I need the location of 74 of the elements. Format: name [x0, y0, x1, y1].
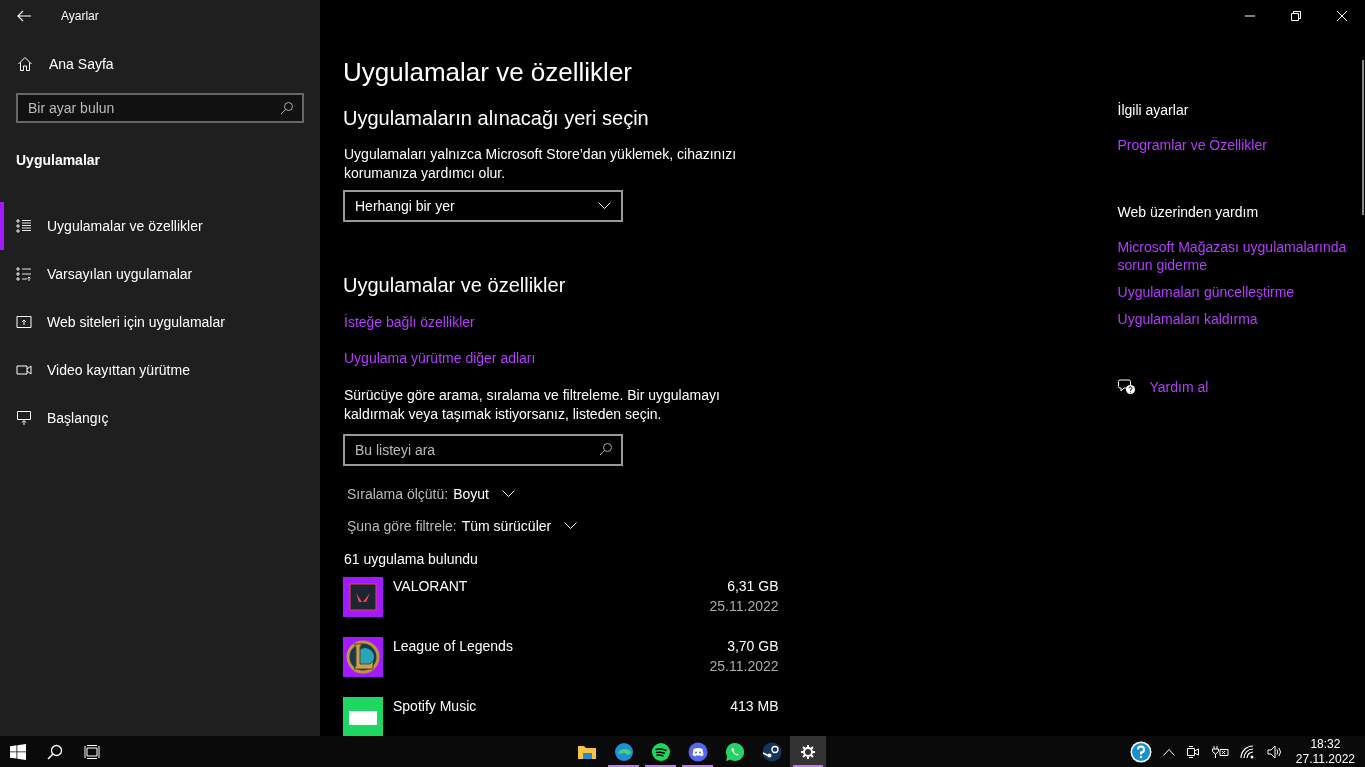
section-heading: İlgili ayarlar	[1117, 102, 1190, 118]
page-title: Uygulamalar ve özellikler	[343, 57, 633, 88]
search-icon[interactable]	[47, 743, 63, 760]
app-size: 3,70 GB	[727, 638, 779, 654]
list-arrow-icon	[16, 266, 32, 282]
app-icon	[343, 637, 383, 677]
help-link[interactable]: Yardım al	[1149, 378, 1209, 396]
wifi-icon[interactable]	[1239, 744, 1256, 759]
search-icon	[280, 101, 294, 115]
phone-bubble-icon	[724, 741, 745, 762]
description-text: Sürücüye göre arama, sıralama ve filtreleme. Bir uygulamayı kaldırmak veya taşımak istiyorsanız, listeden seçin.	[344, 386, 721, 424]
time-text: 18:32	[1310, 736, 1341, 752]
app-name[interactable]: VALORANT	[393, 578, 710, 637]
window-title: Ayarlar	[61, 9, 99, 23]
nav-item[interactable]: Web siteleri için uygulamalar	[0, 298, 320, 346]
taskbar-app[interactable]	[790, 736, 826, 767]
speaker-icon[interactable]	[1266, 744, 1283, 759]
chevron-down-icon	[598, 202, 611, 210]
link[interactable]: İsteğe bağlı özellikler	[344, 314, 475, 330]
restore-icon[interactable]	[1291, 11, 1301, 21]
date-text: 27.11.2022	[1295, 751, 1355, 767]
filter-dropdown[interactable]: Tüm sürücüler	[461, 518, 552, 534]
install-date: 25.11.2022	[709, 658, 779, 674]
home-link[interactable]: Ana Sayfa	[17, 56, 320, 72]
camera-icon	[16, 362, 32, 378]
clock[interactable]: 18:32 27.11.2022	[1295, 736, 1355, 767]
app-name[interactable]: Spotify Music	[393, 698, 731, 736]
app-size: 6,31 GB	[727, 578, 779, 594]
app-count: 61 uygulama bulundu	[344, 551, 479, 567]
home-icon	[17, 56, 33, 72]
link[interactable]: Microsoft Mağazası uygulamalarında sorun giderme	[1117, 238, 1365, 274]
help-icon[interactable]	[1129, 740, 1152, 763]
section-heading: Web üzerinden yardım	[1117, 204, 1260, 220]
app-name[interactable]: League of Legends	[393, 638, 710, 697]
monitor-icon	[16, 410, 32, 426]
chevron-up-icon[interactable]	[1162, 747, 1175, 756]
windows-start-icon[interactable]	[10, 743, 26, 760]
window-upload-icon	[16, 314, 32, 330]
install-date: 25.11.2022	[709, 598, 779, 614]
task-view-icon[interactable]	[84, 744, 100, 759]
link[interactable]: Programlar ve Özellikler	[1117, 136, 1365, 154]
list-icon	[16, 218, 32, 234]
sort-dropdown[interactable]: Boyut	[453, 486, 489, 502]
scrollbar[interactable]	[1362, 60, 1364, 215]
filter-label: Şuna göre filtrele:	[347, 518, 457, 534]
section-heading: Uygulamaların alınacağı yeri seçin	[343, 107, 650, 130]
nav-item[interactable]: Başlangıç	[0, 394, 320, 442]
chat-help-icon	[1117, 379, 1136, 395]
settings-icon	[800, 743, 816, 760]
search-icon	[599, 442, 613, 456]
app-size: 413 MB	[730, 698, 779, 714]
wave-circle-icon	[613, 741, 634, 762]
search-field[interactable]: Bir ayar bulun	[16, 93, 304, 123]
close-icon[interactable]	[1337, 11, 1347, 21]
chevron-down-icon[interactable]	[502, 490, 515, 498]
section-heading: Uygulamalar	[16, 152, 102, 168]
sort-label: Sıralama ölçütü:	[347, 486, 449, 502]
camera-icon[interactable]	[1185, 744, 1200, 759]
chevron-down-icon[interactable]	[564, 522, 578, 530]
sound-waves-circle-icon	[650, 741, 671, 762]
section-heading: Uygulamalar ve özellikler	[343, 274, 567, 297]
link[interactable]: Uygulama yürütme diğer adları	[344, 350, 536, 366]
link[interactable]: Uygulamaları kaldırma	[1117, 310, 1365, 328]
battery-plug-icon[interactable]	[1210, 744, 1229, 759]
back-arrow-icon[interactable]	[17, 10, 31, 22]
source-dropdown[interactable]: Herhangi bir yer	[343, 190, 623, 222]
nav-item[interactable]: Video kayıttan yürütme	[0, 346, 320, 394]
game-controller-circle-icon	[687, 741, 708, 762]
app-icon	[343, 697, 383, 736]
nav-item[interactable]: Varsayılan uygulamalar	[0, 250, 320, 298]
search-field[interactable]: Bu listeyi ara	[343, 434, 623, 466]
app-icon	[343, 577, 383, 617]
description-text: Uygulamaları yalnızca Microsoft Store’dan yüklemek, cihazınızı korumanıza yardımcı olur.	[344, 145, 738, 183]
link[interactable]: Uygulamaları güncelleştirme	[1117, 283, 1365, 301]
